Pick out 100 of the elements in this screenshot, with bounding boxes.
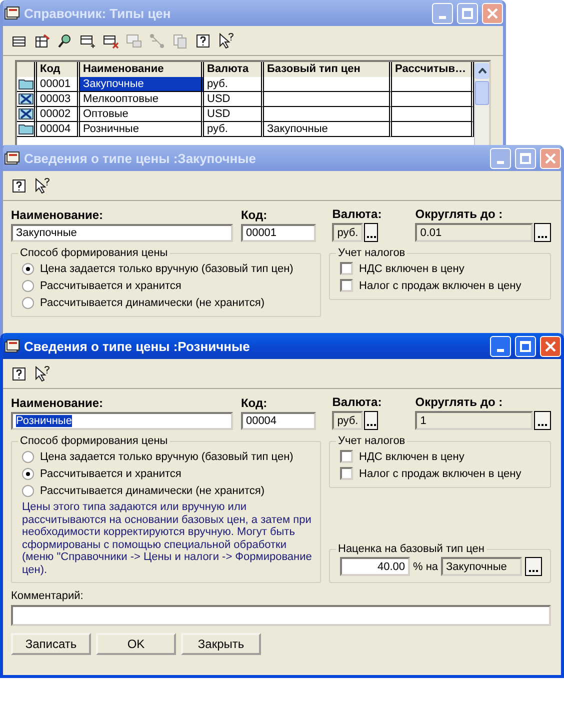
maximize-icon: [462, 8, 473, 18]
field-label: Округлять до :: [415, 395, 504, 409]
table-cell: 00003: [37, 92, 80, 107]
markup-field[interactable]: 40.00: [340, 557, 410, 576]
table-edit-icon[interactable]: [34, 32, 50, 48]
select-button[interactable]: [534, 223, 551, 242]
group-title: Учет налогов: [337, 435, 406, 447]
maximize-icon: [520, 340, 531, 352]
group-title: Учет налогов: [337, 247, 406, 259]
option-label: Рассчитывается и хранится: [40, 468, 182, 480]
currency-field[interactable]: руб.: [332, 223, 364, 242]
table-cell[interactable]: Розничные: [80, 122, 204, 137]
table-cell: 00004: [37, 122, 80, 137]
minimize-icon: [497, 160, 504, 164]
field-label: Валюта:: [332, 207, 378, 221]
field-label: Наименование:: [11, 208, 104, 222]
radio-button[interactable]: [22, 468, 34, 480]
close-button[interactable]: [540, 336, 561, 356]
rounding-field[interactable]: 0.01: [415, 223, 533, 242]
checkbox[interactable]: [340, 279, 353, 292]
table-cell: USD: [204, 92, 264, 107]
table-cell[interactable]: Мелкооптовые: [80, 92, 204, 107]
select-button[interactable]: [364, 223, 378, 242]
option-label: НДС включен в цену: [359, 262, 464, 274]
window-title: Сведения о типе цены :Закупочные: [24, 150, 257, 166]
group-title: Способ формирования цены: [19, 247, 169, 259]
option-label: Цена задается только вручную (базовый тип цен): [40, 450, 294, 462]
close-icon: [545, 152, 556, 164]
radio-button[interactable]: [22, 280, 34, 292]
field-label: Валюта:: [332, 395, 378, 409]
add-row-icon[interactable]: [80, 32, 96, 48]
dialog-button[interactable]: Закрыть: [181, 633, 261, 655]
minimize-button[interactable]: [490, 336, 511, 356]
folder-icon: [18, 78, 34, 90]
window-icon: [4, 151, 20, 165]
folder-icon: [18, 123, 34, 135]
select-button[interactable]: [525, 557, 542, 576]
table-cell: 00002: [37, 107, 80, 122]
code-field[interactable]: 00001: [240, 224, 316, 242]
select-button[interactable]: [364, 411, 378, 430]
table-cell: руб.: [204, 77, 264, 92]
comment-field[interactable]: [11, 605, 551, 626]
method-description: Цены этого типа задаются или вручную или рассчитываются на основании базовых цен, а затем при необходимости корректируются вручную. Могут быть сформированы с помощью специальной обработки (меню "Справочники -> Цены и налоги -> Формирование цен).: [22, 501, 312, 576]
option-label: Рассчитывается динамически (не хранится): [40, 484, 265, 496]
rounding-field[interactable]: 1: [415, 411, 533, 430]
field-label: Комментарий:: [11, 590, 84, 602]
crossed-item-icon: [18, 108, 34, 120]
table-cell[interactable]: Оптовые: [80, 107, 204, 122]
option-label: Налог с продаж включен в цену: [359, 280, 522, 292]
maximize-icon: [520, 152, 531, 164]
radio-button[interactable]: [22, 450, 34, 462]
window-icon: [4, 339, 20, 353]
scrollbar[interactable]: [474, 62, 489, 147]
checkbox[interactable]: [340, 262, 353, 275]
code-field[interactable]: 00004: [240, 412, 316, 430]
dialog-button[interactable]: Записать: [11, 633, 91, 655]
window-title: Сведения о типе цены :Розничные: [24, 338, 251, 354]
table-cell: USD: [204, 107, 264, 122]
currency-field[interactable]: руб.: [332, 411, 364, 430]
name-field[interactable]: Розничные: [11, 412, 233, 430]
field-label: Код:: [240, 208, 268, 222]
field-label: Код:: [240, 396, 268, 410]
delete-row-icon[interactable]: [103, 32, 119, 48]
option-label: Цена задается только вручную (базовый тип цен): [40, 262, 294, 274]
window-title: Справочник: Типы цен: [24, 6, 172, 20]
checkbox[interactable]: [340, 450, 353, 463]
table-cell: 00001: [37, 77, 80, 92]
help-pointer-icon[interactable]: [34, 366, 50, 382]
help-pointer-icon[interactable]: [218, 32, 234, 48]
help-icon[interactable]: [195, 32, 211, 48]
close-icon: [487, 8, 498, 18]
window-icon: [4, 6, 20, 20]
maximize-button[interactable]: [515, 336, 536, 356]
option-label: Рассчитывается и хранится: [40, 280, 182, 292]
field-label: Округлять до :: [415, 207, 504, 221]
dialog-button[interactable]: OK: [96, 633, 176, 655]
help-icon[interactable]: [11, 366, 27, 382]
minimize-icon: [439, 16, 446, 18]
option-label: Налог с продаж включен в цену: [359, 468, 522, 480]
crossed-item-icon: [18, 93, 34, 105]
base-type-field[interactable]: Закупочные: [441, 557, 522, 576]
radio-button[interactable]: [22, 262, 34, 274]
radio-button[interactable]: [22, 484, 34, 496]
group-title: Наценка на базовый тип цен: [337, 543, 486, 555]
minimize-icon: [497, 348, 504, 352]
select-button[interactable]: [534, 411, 551, 430]
group-title: Способ формирования цены: [19, 435, 169, 447]
unit-label: % на: [413, 560, 438, 572]
checkbox[interactable]: [340, 467, 353, 480]
table-cell: Закупочные: [264, 122, 392, 137]
option-label: Рассчитывается динамически (не хранится): [40, 296, 265, 308]
option-label: НДС включен в цену: [359, 450, 464, 462]
radio-button[interactable]: [22, 296, 34, 308]
name-field[interactable]: Закупочные: [11, 224, 233, 242]
help-icon[interactable]: [11, 178, 27, 194]
table-cell[interactable]: Закупочные: [80, 77, 204, 92]
search-icon[interactable]: [57, 32, 73, 48]
table-cell: руб.: [204, 122, 264, 137]
close-icon: [545, 340, 556, 352]
help-pointer-icon[interactable]: [34, 178, 50, 194]
